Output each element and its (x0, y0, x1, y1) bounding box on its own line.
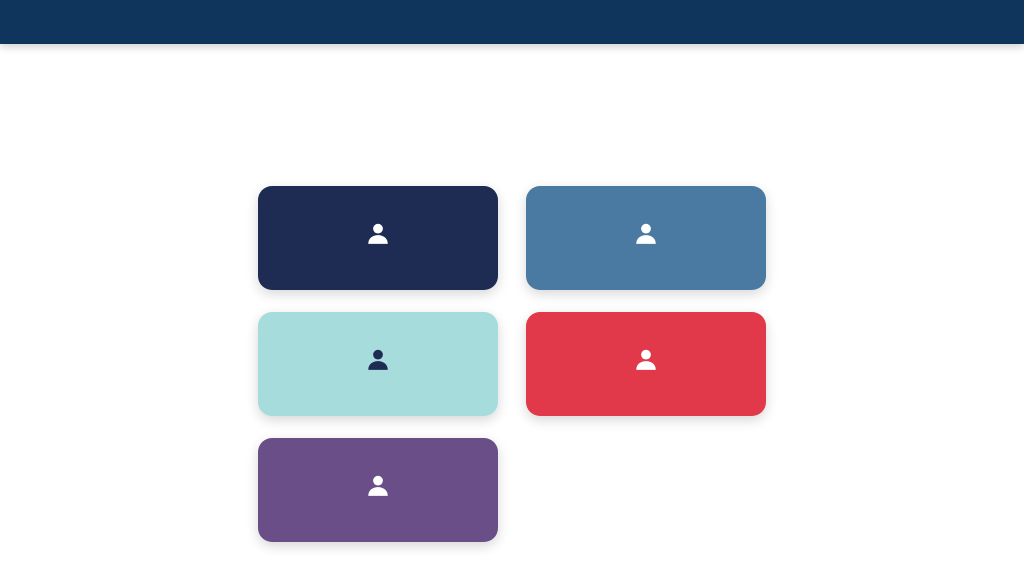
person-icon (368, 223, 388, 244)
tile-2[interactable] (526, 186, 766, 290)
person-icon (368, 349, 388, 370)
top-navigation-bar (0, 0, 1024, 44)
tile-3[interactable] (258, 312, 498, 416)
person-icon (636, 349, 656, 370)
person-icon (636, 223, 656, 244)
tile-5[interactable] (258, 438, 498, 542)
person-icon (368, 475, 388, 496)
tile-grid (258, 186, 766, 542)
tile-4[interactable] (526, 312, 766, 416)
tile-1[interactable] (258, 186, 498, 290)
